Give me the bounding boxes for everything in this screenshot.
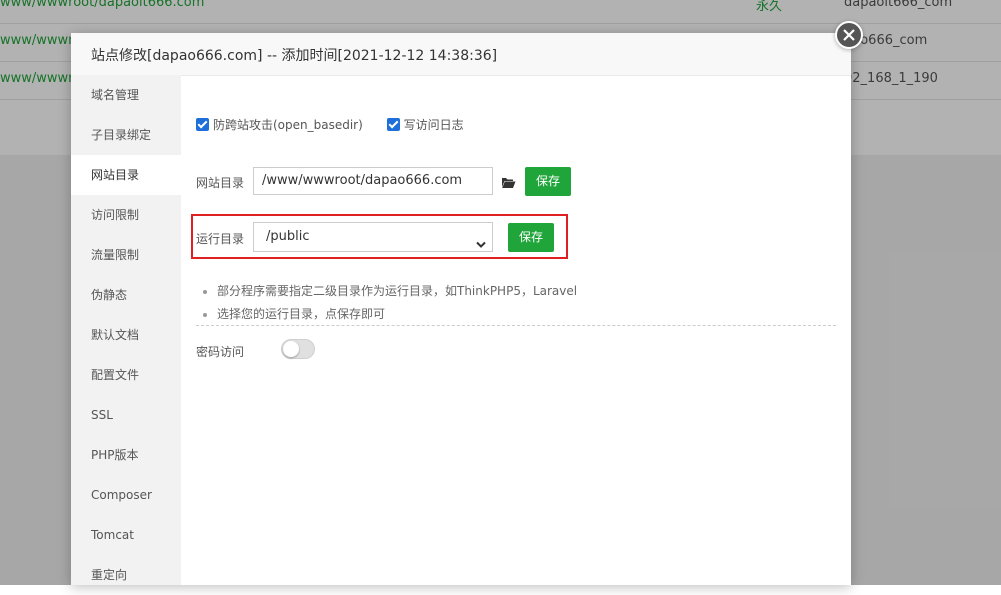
sidebar-item-redirect[interactable]: 重定向 [71, 555, 181, 595]
password-access-toggle[interactable] [281, 339, 315, 359]
checkbox-row: 防跨站攻击(open_basedir) 写访问日志 [196, 116, 484, 133]
run-dir-selected: /public [266, 229, 310, 244]
sidebar-item-php-version[interactable]: PHP版本 [71, 435, 181, 475]
modal-title: 站点修改[dapao666.com] -- 添加时间[2021-12-12 14… [91, 48, 498, 64]
password-access-label: 密码访问 [196, 345, 245, 359]
sidebar-item-traffic-limit[interactable]: 流量限制 [71, 235, 181, 275]
folder-open-icon[interactable] [501, 174, 516, 193]
sidebar-item-composer[interactable]: Composer [71, 475, 181, 515]
site-dir-label: 网站目录 [196, 176, 245, 190]
sidebar-item-subdir[interactable]: 子目录绑定 [71, 115, 181, 155]
sidebar-item-access-limit[interactable]: 访问限制 [71, 195, 181, 235]
hint-item: 选择您的运行目录，点保存即可 [201, 303, 577, 326]
access-log-label[interactable]: 写访问日志 [404, 118, 464, 132]
settings-sidebar: 域名管理 子目录绑定 网站目录 访问限制 流量限制 伪静态 默认文档 配置文件 … [71, 75, 181, 585]
close-modal-button[interactable] [835, 21, 863, 49]
site-edit-modal: 站点修改[dapao666.com] -- 添加时间[2021-12-12 14… [71, 33, 851, 585]
toggle-knob [283, 341, 299, 357]
modal-header: 站点修改[dapao666.com] -- 添加时间[2021-12-12 14… [71, 33, 851, 76]
sidebar-item-domain[interactable]: 域名管理 [71, 75, 181, 115]
basedir-label[interactable]: 防跨站攻击(open_basedir) [213, 118, 363, 132]
run-dir-select[interactable]: /public [253, 222, 493, 252]
sidebar-item-ssl[interactable]: SSL [71, 395, 181, 435]
save-run-dir-button[interactable]: 保存 [508, 223, 554, 252]
save-site-dir-button[interactable]: 保存 [525, 167, 571, 196]
sidebar-item-config[interactable]: 配置文件 [71, 355, 181, 395]
site-dir-panel: 防跨站攻击(open_basedir) 写访问日志 网站目录 /www/wwwr… [181, 75, 851, 585]
chevron-down-icon [476, 232, 486, 260]
basedir-checkbox[interactable] [196, 118, 209, 131]
sidebar-item-rewrite[interactable]: 伪静态 [71, 275, 181, 315]
hint-list: 部分程序需要指定二级目录作为运行目录，如ThinkPHP5，Laravel 选择… [201, 280, 577, 326]
close-icon [843, 29, 855, 41]
sidebar-item-default-doc[interactable]: 默认文档 [71, 315, 181, 355]
sidebar-item-tomcat[interactable]: Tomcat [71, 515, 181, 555]
run-dir-label: 运行目录 [196, 232, 245, 246]
access-log-checkbox[interactable] [386, 118, 400, 131]
hint-item: 部分程序需要指定二级目录作为运行目录，如ThinkPHP5，Laravel [201, 280, 577, 303]
divider [196, 325, 836, 326]
sidebar-item-site-dir[interactable]: 网站目录 [71, 155, 181, 195]
site-dir-input[interactable]: /www/wwwroot/dapao666.com [253, 167, 493, 195]
